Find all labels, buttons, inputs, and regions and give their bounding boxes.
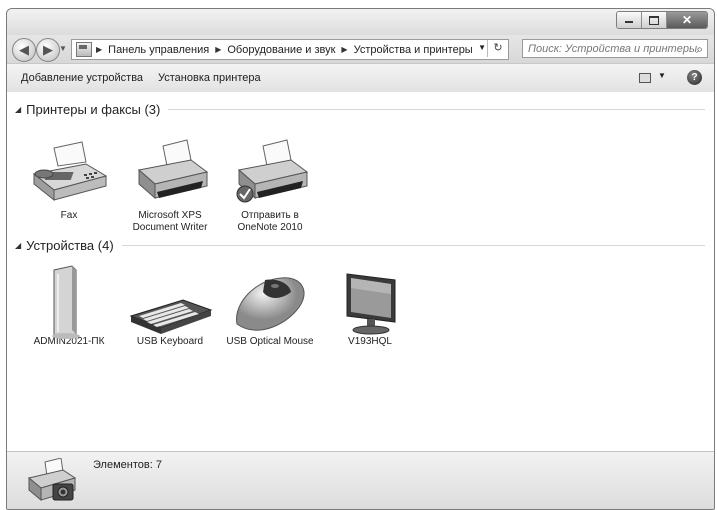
group-header-printers[interactable]: ◢ Принтеры и факсы (3) [15,102,705,117]
details-pane: Элементов: 7 [7,451,714,509]
window-controls: ✕ [616,11,708,29]
add-device-button[interactable]: Добавление устройства [21,72,143,84]
change-view-icon[interactable] [639,73,651,83]
device-item-onenote[interactable]: Отправить в OneNote 2010 [220,138,320,234]
search-placeholder: Поиск: Устройства и принтеры [528,43,698,55]
keyboard-icon [125,264,215,334]
group-title: Устройства (4) [26,238,114,253]
device-item-computer[interactable]: ADMIN2021-ПК [19,264,119,348]
group-title: Принтеры и факсы (3) [26,102,161,117]
device-item-monitor[interactable]: V193HQL [320,264,420,348]
title-bar[interactable]: ✕ [7,9,714,35]
search-input[interactable]: Поиск: Устройства и принтеры ⌕ [522,39,708,58]
printer-default-icon [225,138,315,206]
collapse-icon[interactable]: ◢ [15,241,21,250]
monitor-icon [325,264,415,335]
item-count: Элементов: 7 [93,459,162,471]
printer-icon [125,138,215,206]
device-item-xps-writer[interactable]: Microsoft XPS Document Writer [120,138,220,234]
address-dropdown-button[interactable]: ▼ [478,43,486,52]
device-label: Microsoft XPS Document Writer [132,210,208,233]
mouse-icon [225,264,315,332]
device-item-mouse[interactable]: USB Optical Mouse [220,264,320,348]
add-printer-button[interactable]: Установка принтера [158,72,261,84]
device-label: Отправить в OneNote 2010 [237,210,303,233]
device-label: Fax [60,210,78,221]
breadcrumb-devices-printers[interactable]: Устройства и принтеры [354,44,473,56]
recent-pages-dropdown[interactable]: ▼ [59,44,67,53]
close-button[interactable]: ✕ [667,12,707,28]
back-button[interactable]: ◀ [12,38,36,62]
address-row: ◀ ▶ ▼ ▶ Панель управления ▶ Оборудование… [7,35,714,63]
fax-icon [24,138,114,206]
collapse-icon[interactable]: ◢ [15,105,21,114]
help-button[interactable]: ? [687,70,702,85]
address-bar[interactable]: ▶ Панель управления ▶ Оборудование и зву… [71,39,509,60]
devices-and-printers-window: ✕ ◀ ▶ ▼ ▶ Панель управления ▶ Оборудован… [6,8,715,510]
view-options-dropdown[interactable]: ▼ [658,71,666,80]
device-item-keyboard[interactable]: USB Keyboard [120,264,220,348]
breadcrumb-hardware-sound[interactable]: Оборудование и звук [227,44,335,56]
minimize-button[interactable] [617,12,642,28]
breadcrumb-control-panel[interactable]: Панель управления [108,44,209,56]
items-pane: ◢ Принтеры и факсы (3) Fax Microsoft XPS… [7,92,714,451]
forward-button[interactable]: ▶ [36,38,60,62]
computer-icon [24,264,114,339]
refresh-button[interactable]: ↻ [487,40,508,57]
command-bar: Добавление устройства Установка принтера… [7,63,714,93]
search-icon[interactable]: ⌕ [696,40,703,59]
group-header-devices[interactable]: ◢ Устройства (4) [15,238,705,253]
control-panel-icon [76,42,92,57]
device-item-fax[interactable]: Fax [19,138,119,222]
maximize-button[interactable] [642,12,667,28]
devices-printers-icon [25,457,81,506]
